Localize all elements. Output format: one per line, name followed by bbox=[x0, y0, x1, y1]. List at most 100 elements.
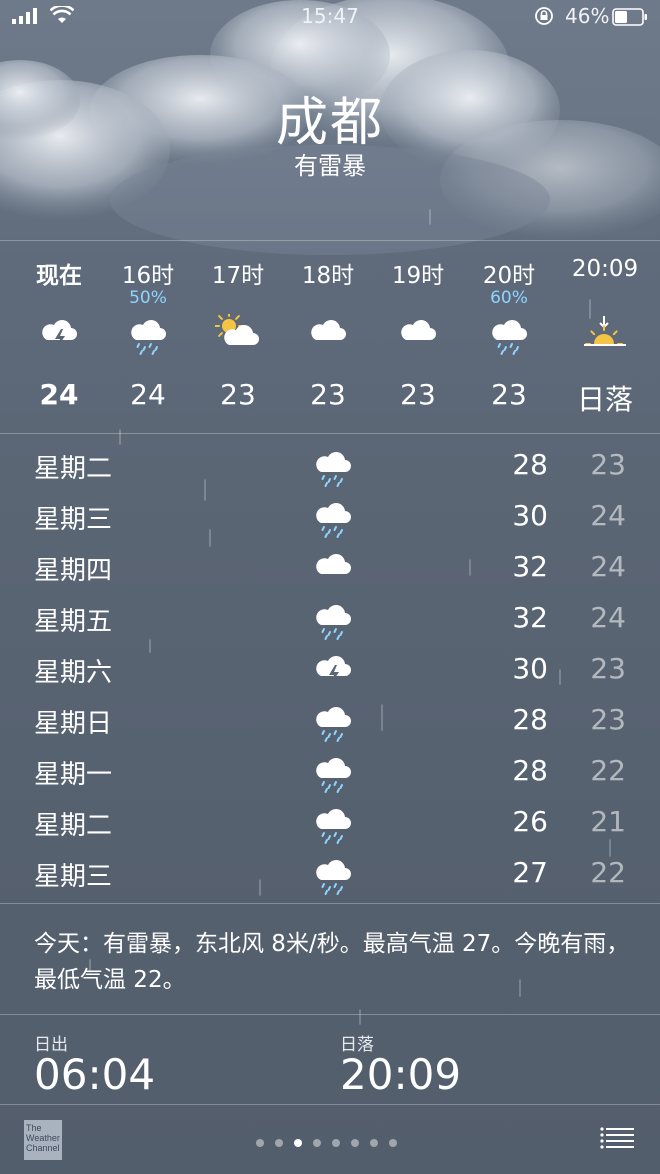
daily-row: 星期五 32 24 bbox=[0, 593, 660, 644]
rain-icon bbox=[312, 854, 354, 900]
page-dot[interactable] bbox=[275, 1139, 283, 1147]
day-name: 星期一 bbox=[34, 760, 113, 790]
weather-channel-logo[interactable]: The Weather Channel bbox=[24, 1120, 62, 1160]
page-dot[interactable] bbox=[389, 1139, 397, 1147]
page-dot[interactable] bbox=[332, 1139, 340, 1147]
high-temperature: 26 bbox=[512, 805, 548, 838]
hour-temperature: 23 bbox=[310, 378, 346, 411]
low-temperature: 23 bbox=[590, 652, 626, 685]
daily-row: 星期一 28 22 bbox=[0, 746, 660, 797]
rotation-lock-icon bbox=[535, 7, 553, 25]
day-name: 星期三 bbox=[34, 862, 113, 892]
day-name: 星期二 bbox=[34, 811, 113, 841]
high-temperature: 28 bbox=[512, 703, 548, 736]
hourly-item: 20时 60% 23 bbox=[464, 240, 554, 432]
low-temperature: 24 bbox=[590, 499, 626, 532]
hour-label: 17时 bbox=[211, 263, 265, 289]
low-temperature: 24 bbox=[590, 550, 626, 583]
daily-row: 星期六 30 23 bbox=[0, 644, 660, 695]
status-time: 15:47 bbox=[301, 4, 359, 28]
hour-label: 18时 bbox=[301, 263, 355, 289]
hourly-item: 16时 50% 24 bbox=[103, 240, 193, 432]
day-name: 星期二 bbox=[34, 454, 113, 484]
hourly-item: 17时 23 bbox=[193, 240, 283, 432]
hour-label: 19时 bbox=[391, 263, 445, 289]
divider bbox=[0, 433, 660, 434]
page-dot[interactable] bbox=[313, 1139, 321, 1147]
page-dot[interactable] bbox=[370, 1139, 378, 1147]
thunderstorm-icon bbox=[38, 314, 80, 356]
hour-temperature: 24 bbox=[39, 378, 79, 411]
high-temperature: 32 bbox=[512, 601, 548, 634]
page-dot[interactable] bbox=[294, 1139, 302, 1147]
daily-row: 星期三 27 22 bbox=[0, 848, 660, 899]
rain-icon bbox=[312, 599, 354, 645]
low-temperature: 23 bbox=[590, 448, 626, 481]
today-summary: 今天：有雷暴，东北风 8米/秒。最高气温 27。今晚有雨，最低气温 22。 bbox=[34, 931, 630, 993]
hour-label: 16时 bbox=[121, 263, 175, 289]
high-temperature: 30 bbox=[512, 652, 548, 685]
rain-icon bbox=[312, 803, 354, 849]
day-name: 星期日 bbox=[34, 709, 113, 739]
rain-icon bbox=[312, 446, 354, 492]
divider bbox=[0, 1014, 660, 1015]
bottom-toolbar: The Weather Channel bbox=[0, 1108, 660, 1174]
current-condition: 有雷暴 bbox=[294, 152, 366, 180]
high-temperature: 28 bbox=[512, 448, 548, 481]
high-temperature: 30 bbox=[512, 499, 548, 532]
hourly-item: 现在 24 bbox=[14, 240, 104, 432]
hour-label: 20时 bbox=[482, 263, 536, 289]
low-temperature: 22 bbox=[590, 856, 626, 889]
page-dot[interactable] bbox=[351, 1139, 359, 1147]
hour-temperature: 23 bbox=[400, 378, 436, 411]
low-temperature: 24 bbox=[590, 601, 626, 634]
low-temperature: 22 bbox=[590, 754, 626, 787]
battery-percent: 46% bbox=[565, 4, 610, 28]
high-temperature: 32 bbox=[512, 550, 548, 583]
day-name: 星期三 bbox=[34, 505, 113, 535]
cloud-icon bbox=[397, 314, 439, 350]
partly-sunny-icon bbox=[214, 311, 261, 352]
rain-icon bbox=[312, 701, 354, 747]
day-name: 星期五 bbox=[34, 607, 113, 637]
hourly-item: 19时 23 bbox=[373, 240, 463, 432]
precip-chance: 60% bbox=[490, 288, 528, 308]
hourly-item: 18时 23 bbox=[283, 240, 373, 432]
cloud-icon bbox=[312, 548, 354, 584]
city-name: 成都 bbox=[275, 93, 384, 153]
sunrise-value: 06:04 bbox=[34, 1050, 156, 1099]
hour-temperature: 23 bbox=[491, 378, 527, 411]
low-temperature: 21 bbox=[590, 805, 626, 838]
high-temperature: 28 bbox=[512, 754, 548, 787]
hour-temperature: 日落 bbox=[576, 383, 633, 416]
city-list-icon[interactable] bbox=[600, 1126, 636, 1150]
battery-icon bbox=[612, 8, 647, 26]
precip-chance: 50% bbox=[129, 288, 167, 308]
hour-temperature: 23 bbox=[220, 378, 256, 411]
status-bar: 15:47 46% bbox=[0, 0, 660, 34]
daily-row: 星期二 28 23 bbox=[0, 440, 660, 491]
daily-row: 星期二 26 21 bbox=[0, 797, 660, 848]
hourly-item: 20:09 日落 bbox=[560, 240, 650, 432]
page-indicator[interactable] bbox=[256, 1132, 408, 1147]
hour-label: 20:09 bbox=[571, 256, 639, 282]
hour-temperature: 24 bbox=[130, 378, 166, 411]
day-name: 星期六 bbox=[34, 658, 113, 688]
hour-label: 现在 bbox=[36, 263, 82, 289]
hourly-forecast[interactable]: 现在 24 16时 50% 24 17时 23 18时 23 19时 23 20时 60% 23 20:09… bbox=[0, 240, 660, 432]
cloud-icon bbox=[307, 314, 349, 350]
divider bbox=[0, 903, 660, 904]
rain-icon bbox=[127, 314, 169, 360]
high-temperature: 27 bbox=[512, 856, 548, 889]
rain-icon bbox=[312, 497, 354, 543]
rain-icon bbox=[312, 752, 354, 798]
low-temperature: 23 bbox=[590, 703, 626, 736]
day-name: 星期四 bbox=[34, 556, 113, 586]
divider bbox=[0, 1104, 660, 1105]
daily-row: 星期四 32 24 bbox=[0, 542, 660, 593]
page-dot[interactable] bbox=[256, 1139, 264, 1147]
daily-row: 星期三 30 24 bbox=[0, 491, 660, 542]
sunset-icon bbox=[582, 314, 628, 358]
thunderstorm-icon bbox=[312, 650, 354, 692]
daily-row: 星期日 28 23 bbox=[0, 695, 660, 746]
